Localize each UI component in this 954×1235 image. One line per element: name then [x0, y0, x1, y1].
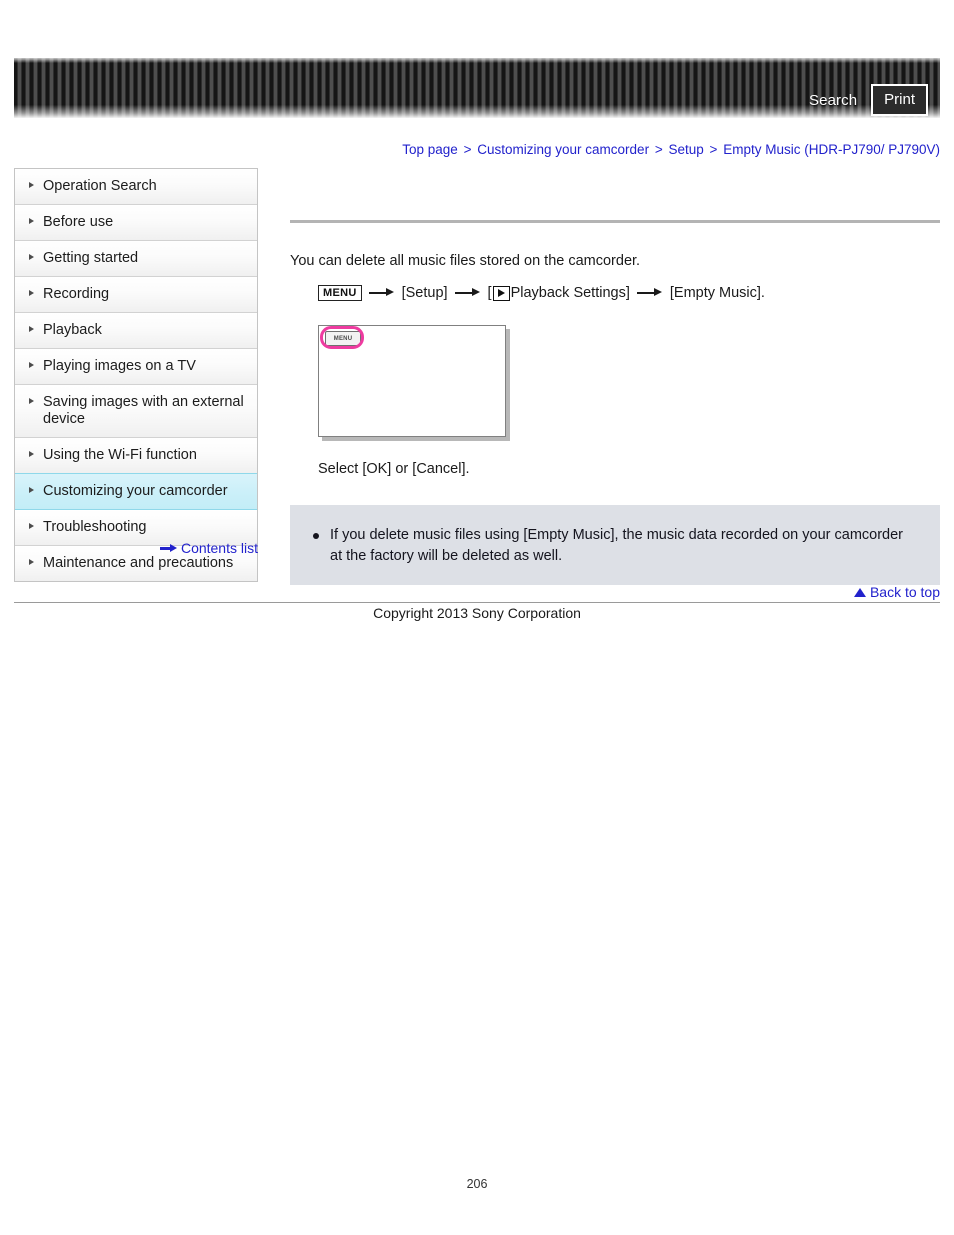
chevron-right-icon	[29, 254, 34, 260]
highlight-ring-icon	[320, 326, 364, 349]
sidebar-item-getting-started[interactable]: Getting started	[15, 241, 257, 277]
menu-path-step-setup: [Setup]	[401, 285, 448, 301]
chevron-right-icon	[29, 290, 34, 296]
note-text: If you delete music files using [Empty M…	[330, 527, 903, 564]
select-instruction: Select [OK] or [Cancel].	[318, 461, 470, 477]
back-to-top-link[interactable]: Back to top	[870, 584, 940, 600]
breadcrumb-separator: >	[463, 142, 472, 157]
contents-list-row: Contents list	[14, 540, 258, 556]
menu-path-step-empty-music: [Empty Music].	[669, 285, 765, 301]
sidebar-item-label: Recording	[43, 286, 110, 302]
breadcrumb: Top page > Customizing your camcorder > …	[0, 142, 940, 157]
sidebar-item-label: Getting started	[43, 250, 139, 266]
sidebar-item-recording[interactable]: Recording	[15, 277, 257, 313]
chevron-right-icon	[29, 523, 34, 529]
arrow-right-icon	[159, 543, 177, 553]
sidebar-item-label: Playback	[43, 322, 102, 338]
sidebar-item-label: Before use	[43, 214, 114, 230]
menu-button-icon: MENU	[318, 285, 362, 301]
breadcrumb-separator: >	[709, 142, 718, 157]
banner-top-fade	[14, 58, 940, 63]
chevron-right-icon	[29, 218, 34, 224]
playback-settings-icon	[492, 285, 510, 301]
main-content: You can delete all music files stored on…	[290, 220, 940, 585]
sidebar-item-label: Troubleshooting	[43, 519, 147, 535]
sidebar-item-label: Operation Search	[43, 178, 157, 194]
arrow-right-icon	[368, 287, 395, 299]
bullet-dot-icon	[313, 533, 319, 539]
chevron-right-icon	[29, 326, 34, 332]
content-top-divider	[290, 220, 940, 223]
sidebar-item-before-use[interactable]: Before use	[15, 205, 257, 241]
chevron-right-icon	[29, 451, 34, 457]
menu-path-bracket-open: [	[487, 285, 492, 301]
breadcrumb-item-setup[interactable]: Setup	[668, 142, 703, 157]
footer-divider	[14, 602, 940, 603]
sidebar-item-label: Maintenance and precautions	[43, 555, 234, 571]
sidebar-item-saving-images-external-device[interactable]: Saving images with an external device	[15, 385, 257, 438]
sidebar-item-using-the-wifi-function[interactable]: Using the Wi-Fi function	[15, 438, 257, 474]
intro-paragraph: You can delete all music files stored on…	[290, 253, 641, 269]
note-list-item: If you delete music files using [Empty M…	[312, 525, 918, 567]
sidebar-item-label: Customizing your camcorder	[43, 483, 228, 499]
chevron-right-icon	[29, 182, 34, 188]
back-to-top-row: Back to top	[290, 584, 940, 600]
menu-path-instruction: MENU [Setup] [ Playback Settings] [Empty…	[318, 283, 940, 303]
chevron-right-icon	[29, 362, 34, 368]
print-button[interactable]: Print	[871, 84, 928, 116]
menu-path-step-playback-settings: Playback Settings]	[510, 285, 630, 301]
chevron-right-icon	[29, 559, 34, 565]
breadcrumb-item-customizing[interactable]: Customizing your camcorder	[477, 142, 649, 157]
note-box: If you delete music files using [Empty M…	[290, 505, 940, 585]
breadcrumb-separator: >	[654, 142, 663, 157]
chevron-right-icon	[29, 398, 34, 404]
sidebar-item-label: Saving images with an external device	[43, 394, 244, 427]
page-number: 206	[466, 1177, 488, 1191]
arrow-right-icon	[636, 287, 663, 299]
sidebar-item-playback[interactable]: Playback	[15, 313, 257, 349]
chevron-right-icon	[29, 487, 34, 493]
breadcrumb-item-current: Empty Music (HDR-PJ790/ PJ790V)	[723, 142, 940, 157]
sidebar-nav: Operation Search Before use Getting star…	[14, 168, 258, 582]
breadcrumb-item-top-page[interactable]: Top page	[402, 142, 458, 157]
sidebar-item-label: Using the Wi-Fi function	[43, 447, 197, 463]
sidebar-item-label: Playing images on a TV	[43, 358, 196, 374]
copyright-text: Copyright 2013 Sony Corporation	[373, 605, 581, 621]
camcorder-screen-illustration: MENU	[318, 325, 506, 437]
header-actions: Search Print	[809, 84, 928, 116]
sidebar-item-operation-search[interactable]: Operation Search	[15, 169, 257, 205]
search-link[interactable]: Search	[809, 93, 857, 108]
sidebar-item-playing-images-on-a-tv[interactable]: Playing images on a TV	[15, 349, 257, 385]
contents-list-link[interactable]: Contents list	[181, 540, 258, 556]
sidebar-item-customizing-your-camcorder[interactable]: Customizing your camcorder	[15, 473, 257, 510]
triangle-up-icon	[853, 587, 866, 597]
arrow-right-icon	[454, 287, 481, 299]
site-header-banner: Search Print	[14, 58, 940, 118]
